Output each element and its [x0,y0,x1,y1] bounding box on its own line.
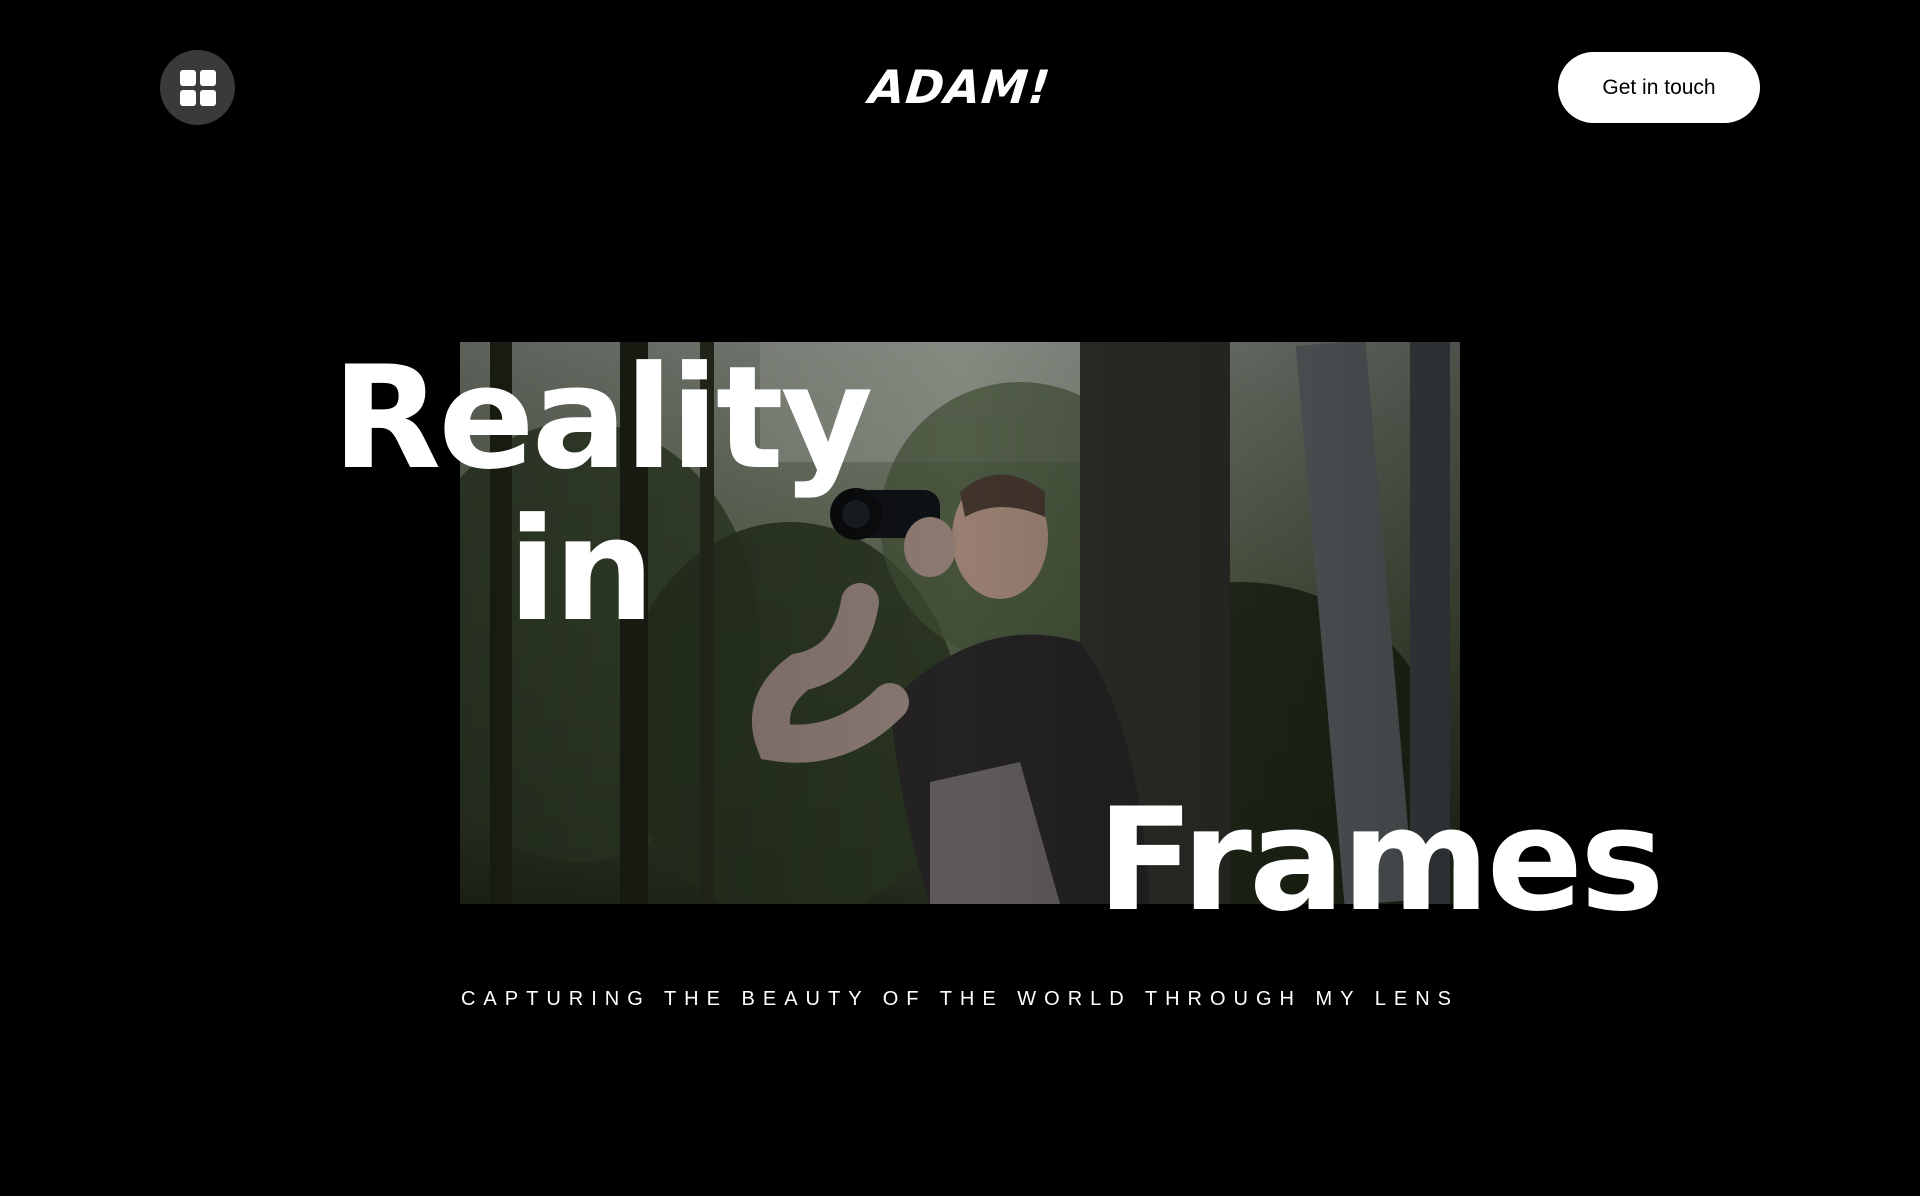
logo[interactable]: ADAM! [867,60,1054,114]
page: ADAM! Get in touch Reality in Frames CAP… [0,0,1920,1196]
headline-word-reality: Reality [332,336,873,501]
tagline: CAPTURING THE BEAUTY OF THE WORLD THROUG… [460,988,1459,1010]
headline-word-in: in [508,488,655,653]
grid-icon [179,69,216,106]
get-in-touch-button[interactable]: Get in touch [1558,52,1760,123]
menu-button[interactable] [160,50,235,125]
headline-word-frames: Frames [1097,778,1665,943]
